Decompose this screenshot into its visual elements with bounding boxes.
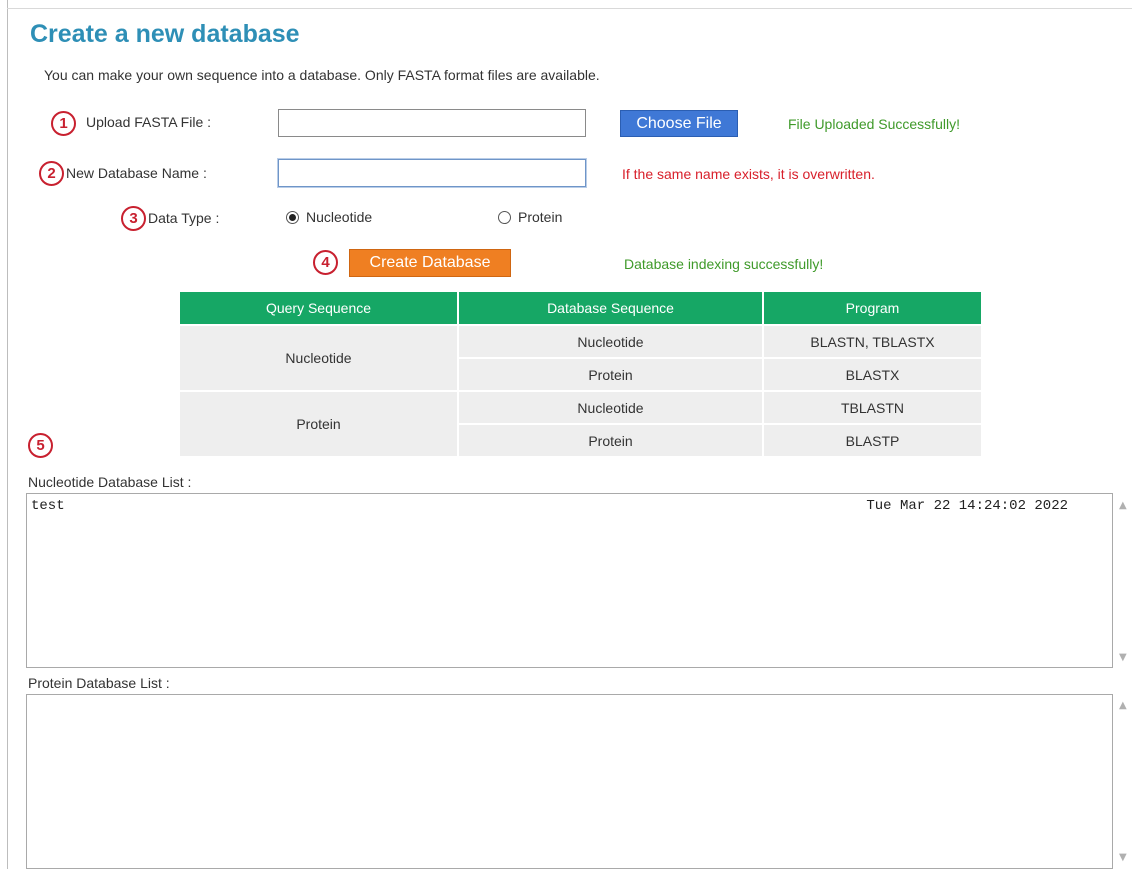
table-header-row: Query Sequence Database Sequence Program xyxy=(180,292,981,326)
protein-list-label: Protein Database List : xyxy=(28,675,170,691)
create-database-button[interactable]: Create Database xyxy=(349,249,511,277)
radio-nucleotide[interactable]: Nucleotide xyxy=(286,209,372,225)
program-cell: BLASTX xyxy=(764,359,981,392)
radio-protein[interactable]: Protein xyxy=(498,209,562,225)
radio-checked-icon[interactable] xyxy=(286,210,299,224)
radio-protein-label: Protein xyxy=(518,209,563,225)
chevron-down-icon[interactable]: ▼ xyxy=(1119,852,1127,863)
database-cell: Protein xyxy=(459,359,764,392)
nucleotide-list-label: Nucleotide Database List : xyxy=(28,474,192,490)
protein-database-listbox[interactable] xyxy=(26,694,1113,869)
table-row: Protein Nucleotide TBLASTN xyxy=(180,392,981,458)
chevron-down-icon[interactable]: ▼ xyxy=(1119,652,1127,663)
intro-text: You can make your own sequence into a da… xyxy=(44,67,600,83)
step-marker-3: 3 xyxy=(121,206,146,231)
table-header-cell: Database Sequence xyxy=(459,292,764,326)
table-header-cell: Program xyxy=(764,292,981,326)
query-cell: Nucleotide xyxy=(180,326,459,392)
database-cell: Protein xyxy=(459,425,764,458)
overwrite-warning-text: If the same name exists, it is overwritt… xyxy=(622,166,875,182)
table-row: Nucleotide Nucleotide BLASTN, TBLASTX xyxy=(180,326,981,392)
list-item[interactable]: test Tue Mar 22 14:24:02 2022 xyxy=(31,498,1072,516)
create-status-text: Database indexing successfully! xyxy=(624,256,824,272)
choose-file-button[interactable]: Choose File xyxy=(620,110,738,137)
step-marker-5: 5 xyxy=(28,433,53,458)
chevron-up-icon[interactable]: ▲ xyxy=(1119,700,1127,711)
table-header-cell: Query Sequence xyxy=(180,292,459,326)
radio-unchecked-icon[interactable] xyxy=(498,210,511,224)
program-cell: BLASTN, TBLASTX xyxy=(764,326,981,359)
nucleotide-database-listbox[interactable]: test Tue Mar 22 14:24:02 2022 xyxy=(26,493,1113,668)
radio-nucleotide-label: Nucleotide xyxy=(306,209,373,225)
program-cell: BLASTP xyxy=(764,425,981,458)
step-marker-1: 1 xyxy=(51,111,76,136)
db-name-input[interactable] xyxy=(278,159,586,187)
db-name-label: New Database Name : xyxy=(66,165,207,181)
panel-left-border xyxy=(7,0,8,869)
program-table: Query Sequence Database Sequence Program… xyxy=(180,292,981,458)
chevron-up-icon[interactable]: ▲ xyxy=(1119,500,1127,511)
database-cell: Nucleotide xyxy=(459,392,764,425)
step-marker-4: 4 xyxy=(313,250,338,275)
upload-file-path-input[interactable] xyxy=(278,109,586,137)
database-cell: Nucleotide xyxy=(459,326,764,359)
step-marker-2: 2 xyxy=(39,161,64,186)
panel-top-border xyxy=(7,8,1132,9)
data-type-label: Data Type : xyxy=(148,210,220,226)
list-item-date: Tue Mar 22 14:24:02 2022 xyxy=(866,498,1068,514)
upload-status-text: File Uploaded Successfully! xyxy=(788,116,960,132)
query-cell: Protein xyxy=(180,392,459,458)
page-title: Create a new database xyxy=(30,20,300,48)
program-cell: TBLASTN xyxy=(764,392,981,425)
upload-label: Upload FASTA File : xyxy=(86,114,212,130)
list-item-name: test xyxy=(31,498,65,514)
